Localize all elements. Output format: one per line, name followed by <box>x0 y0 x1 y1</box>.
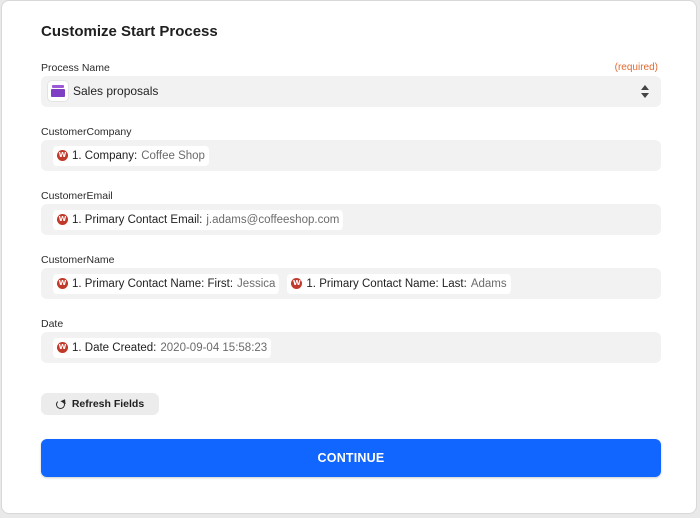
source-app-icon: W <box>291 278 303 289</box>
pill-key: 1. Company: <box>72 149 138 162</box>
process-name-label: Process Name <box>41 62 110 74</box>
page-title: Customize Start Process <box>41 23 218 40</box>
pill-key: 1. Primary Contact Name: First: <box>72 277 234 290</box>
pill-value: 2020-09-04 15:58:23 <box>160 341 268 354</box>
continue-button[interactable]: CONTINUE <box>41 439 661 477</box>
sales-proposals-app-icon <box>48 81 68 101</box>
pill-value: Jessica <box>237 277 276 290</box>
process-name-value: Sales proposals <box>73 84 159 98</box>
required-indicator: (required) <box>614 62 658 73</box>
mapped-field-pill[interactable]: W 1. Primary Contact Email: j.adams@coff… <box>53 209 344 230</box>
customer-name-label: CustomerName <box>41 254 115 266</box>
customer-email-label: CustomerEmail <box>41 190 113 202</box>
pill-value: j.adams@coffeeshop.com <box>206 213 340 226</box>
customize-start-process-panel: Customize Start Process Process Name (re… <box>1 0 697 514</box>
source-app-icon: W <box>57 342 68 353</box>
pill-value: Adams <box>470 277 507 290</box>
source-app-icon: W <box>57 278 68 289</box>
mapped-field-pill[interactable]: W 1. Company: Coffee Shop <box>53 145 209 166</box>
date-label: Date <box>41 318 64 330</box>
pill-key: 1. Date Created: <box>72 341 157 354</box>
refresh-fields-label: Refresh Fields <box>71 398 145 410</box>
pill-key: 1. Primary Contact Name: Last: <box>306 277 467 290</box>
source-app-icon: W <box>57 214 68 225</box>
mapped-field-pill[interactable]: W 1. Primary Contact Name: Last: Adams <box>287 273 511 294</box>
source-app-icon: W <box>57 150 68 161</box>
mapped-field-pill[interactable]: W 1. Date Created: 2020-09-04 15:58:23 <box>53 337 272 358</box>
pill-value: Coffee Shop <box>141 149 205 162</box>
mapped-field-pill[interactable]: W 1. Primary Contact Name: First: Jessic… <box>53 273 280 294</box>
customer-name-field[interactable]: W 1. Primary Contact Name: First: Jessic… <box>41 268 661 299</box>
refresh-fields-button[interactable]: Refresh Fields <box>41 393 159 415</box>
customer-company-label: CustomerCompany <box>41 126 132 138</box>
pill-key: 1. Primary Contact Email: <box>72 213 203 226</box>
customer-email-field[interactable]: W 1. Primary Contact Email: j.adams@coff… <box>41 204 661 235</box>
refresh-icon <box>55 399 65 409</box>
customer-company-field[interactable]: W 1. Company: Coffee Shop <box>41 140 661 171</box>
date-field[interactable]: W 1. Date Created: 2020-09-04 15:58:23 <box>41 332 661 363</box>
select-arrows-icon <box>641 85 649 98</box>
process-name-select[interactable]: Sales proposals <box>41 76 661 107</box>
